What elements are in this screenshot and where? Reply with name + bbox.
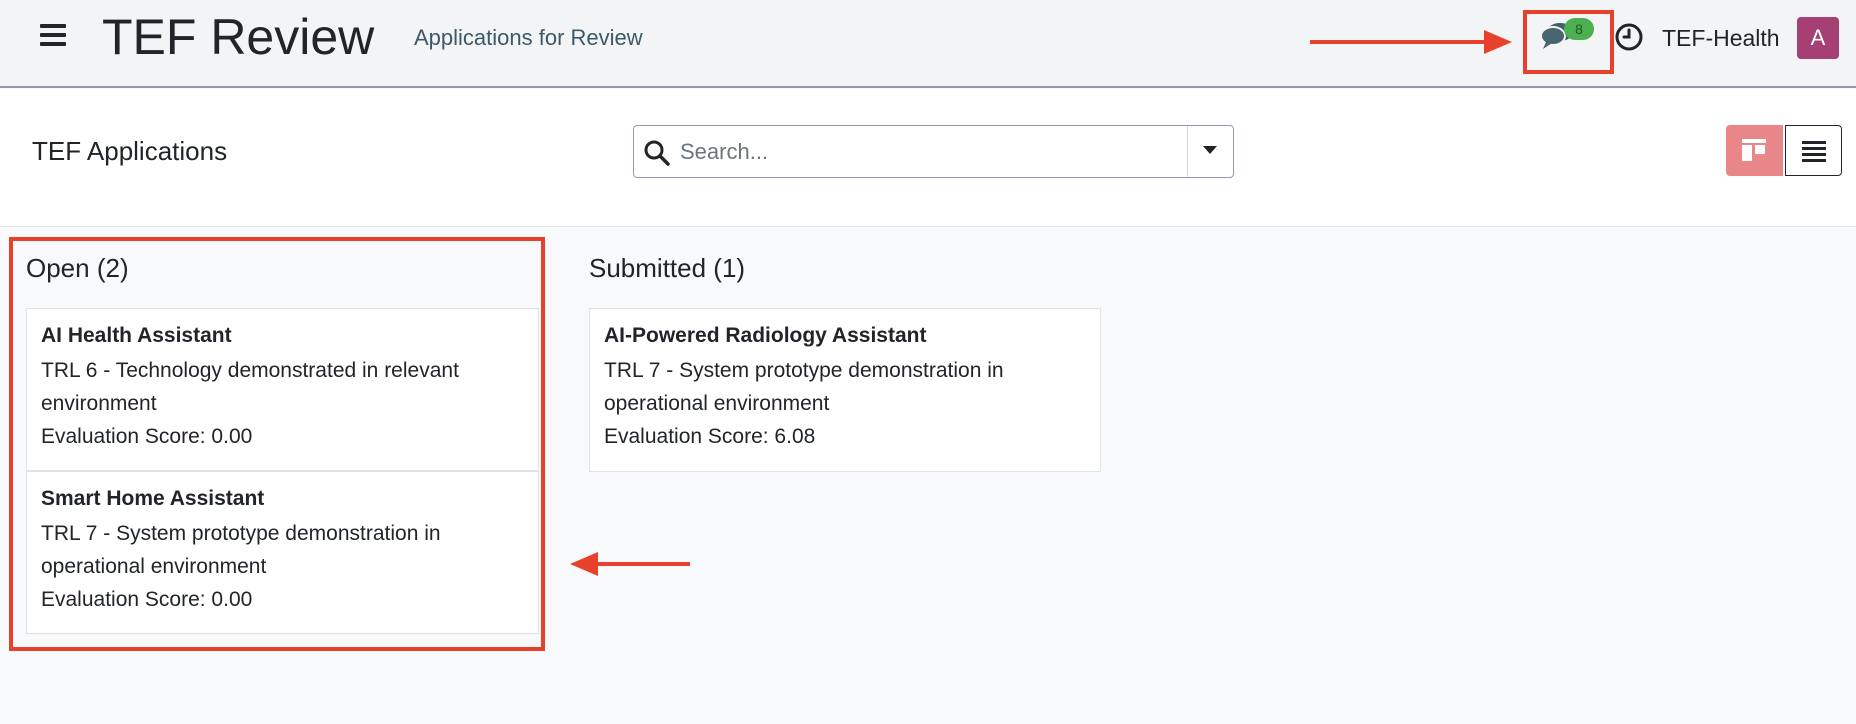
card-score: Evaluation Score: 0.00 — [41, 425, 253, 448]
activity-clock-icon[interactable] — [1614, 22, 1644, 52]
search-icon — [644, 140, 670, 166]
kanban-icon — [1742, 139, 1766, 161]
control-panel: TEF Applications — [0, 89, 1856, 227]
company-switcher[interactable]: TEF-Health — [1662, 24, 1780, 52]
app-title[interactable]: TEF Review — [102, 6, 374, 68]
user-avatar[interactable]: A — [1797, 17, 1839, 59]
card-trl: TRL 7 - System prototype demonstration i… — [604, 359, 1004, 415]
hamburger-menu-icon[interactable] — [40, 24, 66, 46]
search-input[interactable] — [678, 134, 1178, 170]
card-title: AI Health Assistant — [41, 324, 232, 347]
list-view-button[interactable] — [1785, 125, 1842, 176]
column-title-submitted: Submitted (1) — [589, 253, 746, 283]
card-trl: TRL 7 - System prototype demonstration i… — [41, 522, 441, 578]
list-icon — [1802, 141, 1826, 162]
caret-down-icon — [1203, 146, 1217, 154]
kanban-card[interactable]: Smart Home Assistant TRL 7 - System prot… — [26, 471, 539, 634]
card-score: Evaluation Score: 0.00 — [41, 588, 253, 611]
card-title: Smart Home Assistant — [41, 487, 265, 510]
top-navbar: TEF Review Applications for Review 8 TEF… — [0, 0, 1856, 88]
card-trl: TRL 6 - Technology demonstrated in relev… — [41, 359, 459, 415]
menu-applications-for-review[interactable]: Applications for Review — [414, 24, 643, 52]
breadcrumb-title: TEF Applications — [32, 136, 228, 166]
kanban-card[interactable]: AI-Powered Radiology Assistant TRL 7 - S… — [589, 308, 1101, 472]
kanban-view-button[interactable] — [1726, 125, 1783, 176]
card-title: AI-Powered Radiology Assistant — [604, 324, 927, 347]
search-options-toggle[interactable] — [1187, 126, 1233, 177]
column-title-open: Open (2) — [26, 253, 129, 283]
annotation-arrow-left-icon — [570, 552, 690, 576]
message-count-badge: 8 — [1564, 18, 1594, 40]
kanban-card[interactable]: AI Health Assistant TRL 6 - Technology d… — [26, 308, 539, 471]
messages-button[interactable]: 8 — [1540, 14, 1594, 58]
card-score: Evaluation Score: 6.08 — [604, 425, 816, 448]
search-box — [633, 125, 1234, 178]
